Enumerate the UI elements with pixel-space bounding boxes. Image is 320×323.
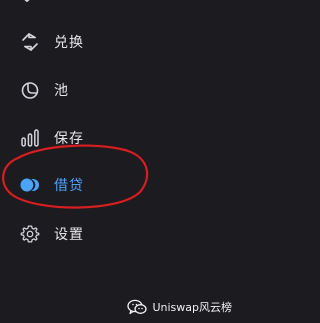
nav-item-pool[interactable]: 池 xyxy=(16,75,176,105)
watermark: Uniswap风云榜 xyxy=(127,299,232,315)
toggle-icon xyxy=(19,174,41,196)
gear-icon xyxy=(19,223,41,245)
wechat-icon xyxy=(127,299,148,315)
swap-icon xyxy=(19,31,41,53)
sidebar-nav: 兑换 池 保存 借贷 设置 xyxy=(0,0,238,323)
nav-item-settings[interactable]: 设置 xyxy=(16,219,176,249)
nav-label-lend: 借贷 xyxy=(54,178,84,194)
nav-item-lend[interactable]: 借贷 xyxy=(16,170,176,200)
nav-item-swap[interactable]: 兑换 xyxy=(16,27,176,57)
pool-icon xyxy=(19,79,41,101)
nav-label-swap: 兑换 xyxy=(54,35,84,51)
nav-label-vote: 保存 xyxy=(54,131,84,147)
nav-label-pool: 池 xyxy=(54,83,69,99)
nav-label-settings: 设置 xyxy=(54,227,84,243)
bar-chart-icon xyxy=(19,127,41,149)
nav-item-vote[interactable]: 保存 xyxy=(16,123,176,153)
cut-off-icon xyxy=(24,0,30,2)
watermark-text: Uniswap风云榜 xyxy=(152,301,232,314)
